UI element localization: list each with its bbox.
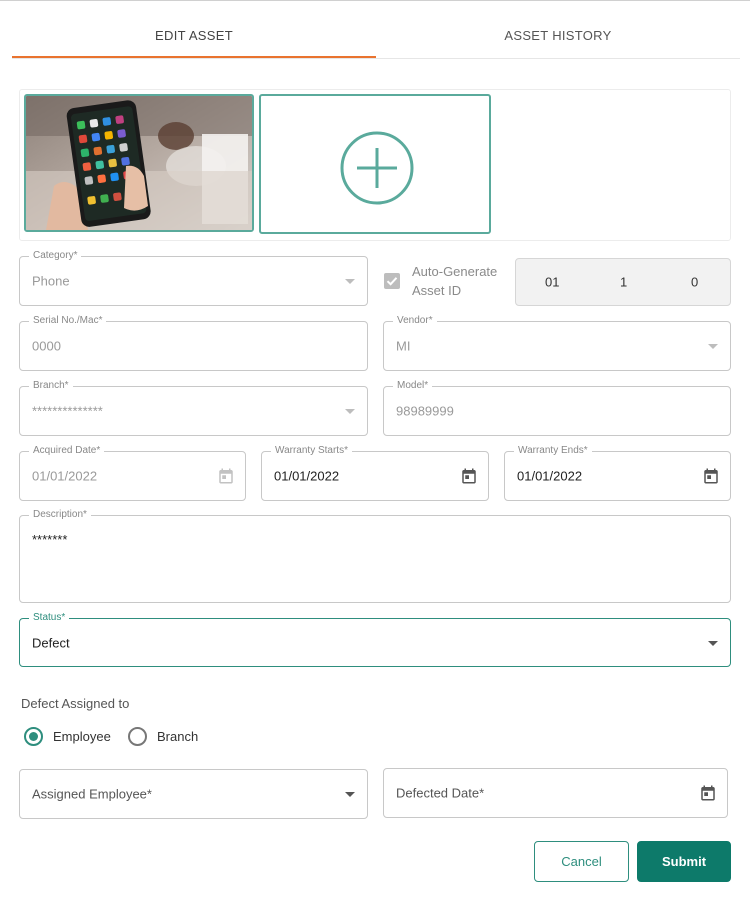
acquired-date-field[interactable]: Acquired Date* 01/01/2022 xyxy=(19,444,246,501)
radio-employee-label[interactable]: Employee xyxy=(53,729,111,744)
tab-asset-history[interactable]: ASSET HISTORY xyxy=(376,14,740,59)
defect-assigned-heading: Defect Assigned to xyxy=(21,696,130,711)
description-label: Description* xyxy=(29,508,91,522)
vendor-select[interactable]: Vendor* MI xyxy=(383,314,731,371)
asset-id-part-1: 01 xyxy=(545,274,560,290)
assigned-employee-select[interactable]: Assigned Employee* xyxy=(19,769,368,819)
chevron-down-icon xyxy=(708,640,718,646)
description-value: ******* xyxy=(32,532,68,547)
warranty-start-value: 01/01/2022 xyxy=(274,468,340,484)
description-textarea[interactable]: Description* ******* xyxy=(19,508,731,603)
asset-id-part-2: 1 xyxy=(620,274,628,290)
asset-photo-thumbnail[interactable] xyxy=(24,94,254,232)
serial-number-value: 0000 xyxy=(32,338,61,354)
serial-number-label: Serial No./Mac* xyxy=(29,314,107,328)
auto-generate-label: Auto-Generate Asset ID xyxy=(412,264,498,298)
category-select[interactable]: Category* Phone xyxy=(19,249,368,306)
submit-button[interactable]: Submit xyxy=(637,841,731,882)
model-field[interactable]: Model* 98989999 xyxy=(383,379,731,436)
branch-label: Branch* xyxy=(29,379,73,393)
plus-circle-icon xyxy=(340,131,414,205)
calendar-icon[interactable] xyxy=(217,467,235,485)
asset-id-part-3: 0 xyxy=(691,274,699,290)
serial-number-field[interactable]: Serial No./Mac* 0000 xyxy=(19,314,368,371)
vendor-label: Vendor* xyxy=(393,314,437,328)
add-photo-button[interactable] xyxy=(259,94,491,234)
warranty-end-value: 01/01/2022 xyxy=(517,468,583,484)
model-label: Model* xyxy=(393,379,433,393)
auto-generate-checkbox[interactable] xyxy=(384,273,400,289)
cancel-button[interactable]: Cancel xyxy=(534,841,629,882)
radio-branch[interactable] xyxy=(128,727,147,746)
chevron-down-icon xyxy=(345,792,355,797)
warranty-end-field[interactable]: Warranty Ends* 01/01/2022 xyxy=(504,444,731,501)
model-value: 98989999 xyxy=(396,403,454,419)
calendar-icon[interactable] xyxy=(460,467,478,485)
defected-date-field[interactable]: Defected Date* xyxy=(383,768,728,818)
tab-edit-asset[interactable]: EDIT ASSET xyxy=(12,14,376,59)
defected-date-placeholder: Defected Date* xyxy=(396,785,485,801)
active-tab-indicator xyxy=(12,56,376,58)
top-divider xyxy=(0,0,750,1)
phone-photo-image xyxy=(26,96,252,230)
status-label: Status* xyxy=(29,611,70,625)
branch-select[interactable]: Branch* ************** xyxy=(19,379,368,436)
status-select[interactable]: Status* Defect xyxy=(19,611,731,667)
chevron-down-icon xyxy=(345,409,355,414)
check-icon xyxy=(386,277,398,286)
tab-bar: EDIT ASSET ASSET HISTORY xyxy=(12,14,740,59)
warranty-start-field[interactable]: Warranty Starts* 01/01/2022 xyxy=(261,444,489,501)
acquired-date-label: Acquired Date* xyxy=(29,444,105,458)
acquired-date-value: 01/01/2022 xyxy=(32,468,98,484)
asset-id-display: 01 1 0 xyxy=(515,258,731,306)
calendar-icon[interactable] xyxy=(699,784,717,802)
branch-value: ************** xyxy=(32,403,103,419)
radio-branch-label[interactable]: Branch xyxy=(157,729,198,744)
category-label: Category* xyxy=(29,249,82,263)
calendar-icon[interactable] xyxy=(702,467,720,485)
radio-employee[interactable] xyxy=(24,727,43,746)
warranty-end-label: Warranty Ends* xyxy=(514,444,592,458)
vendor-value: MI xyxy=(396,338,411,354)
chevron-down-icon xyxy=(708,344,718,349)
warranty-start-label: Warranty Starts* xyxy=(271,444,352,458)
chevron-down-icon xyxy=(345,279,355,284)
photo-gallery xyxy=(19,89,731,241)
assigned-employee-placeholder: Assigned Employee* xyxy=(32,786,152,802)
category-value: Phone xyxy=(32,273,70,289)
status-value: Defect xyxy=(32,635,70,650)
